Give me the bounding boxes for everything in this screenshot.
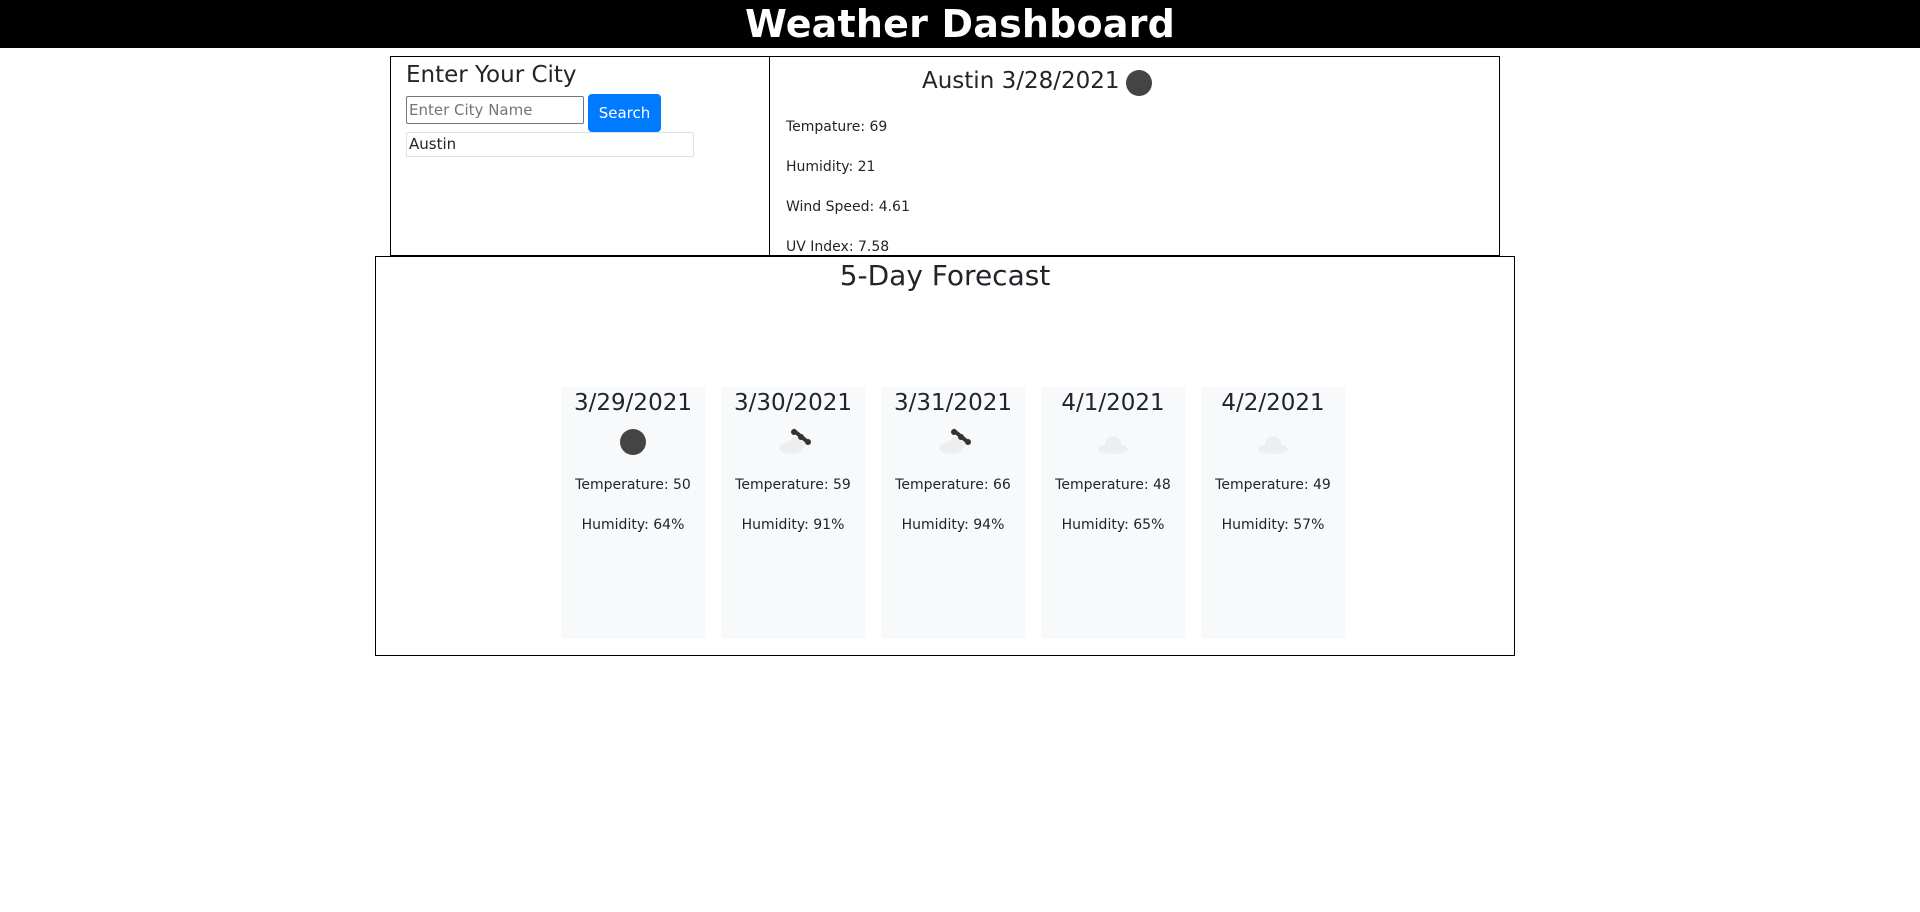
forecast-icon-wrap: [561, 419, 705, 463]
forecast-temperature: Temperature: 59: [735, 477, 851, 493]
cloud-icon: [1098, 436, 1128, 454]
forecast-card: 4/1/2021 Temperature: 48 Humidity: 65%: [1041, 387, 1185, 639]
forecast-heading: 5-Day Forecast: [839, 259, 1051, 292]
forecast-panel: 5-Day Forecast 3/29/2021 Temperature: 50…: [375, 256, 1515, 656]
current-weather-panel: Austin 3/28/2021 Tempature: 69 Humidity:…: [769, 56, 1500, 256]
clear-sky-icon: [1126, 70, 1152, 96]
forecast-humidity: Humidity: 64%: [581, 517, 685, 533]
city-search-input[interactable]: [406, 96, 584, 124]
cloud-icon: [1258, 436, 1288, 454]
forecast-date: 3/30/2021: [734, 390, 852, 416]
current-humidity: Humidity: 21: [786, 159, 876, 175]
search-heading: Enter Your City: [406, 62, 577, 88]
search-panel: Enter Your City Search Austin: [390, 56, 770, 256]
forecast-humidity: Humidity: 91%: [741, 517, 845, 533]
forecast-date: 4/2/2021: [1221, 390, 1325, 416]
forecast-card: 3/29/2021 Temperature: 50 Humidity: 64%: [561, 387, 705, 639]
current-city-date: Austin 3/28/2021: [922, 68, 1120, 94]
header-bar: Weather Dashboard: [0, 0, 1920, 48]
forecast-temperature: Temperature: 48: [1055, 477, 1171, 493]
search-button[interactable]: Search: [588, 94, 661, 132]
forecast-date: 3/31/2021: [894, 390, 1012, 416]
page-title: Weather Dashboard: [744, 2, 1176, 46]
forecast-date: 3/29/2021: [574, 390, 692, 416]
forecast-humidity: Humidity: 65%: [1061, 517, 1165, 533]
forecast-temperature: Temperature: 50: [575, 477, 691, 493]
forecast-temperature: Temperature: 49: [1215, 477, 1331, 493]
current-uv-index: UV Index: 7.58: [786, 239, 890, 255]
clear-sky-icon: [620, 429, 646, 455]
forecast-date: 4/1/2021: [1061, 390, 1165, 416]
forecast-icon-wrap: [881, 419, 1025, 463]
forecast-card: 3/31/2021 Temperature: 66 Humidity: 94%: [881, 387, 1025, 639]
forecast-humidity: Humidity: 94%: [901, 517, 1005, 533]
forecast-icon-wrap: [721, 419, 865, 463]
current-temperature: Tempature: 69: [786, 119, 888, 135]
rain-icon: [939, 428, 971, 454]
forecast-temperature: Temperature: 66: [895, 477, 1011, 493]
forecast-card: 3/30/2021 Temperature: 59 Humidity: 91%: [721, 387, 865, 639]
current-wind-speed: Wind Speed: 4.61: [786, 199, 910, 215]
forecast-icon-wrap: [1041, 419, 1185, 463]
search-history-item[interactable]: Austin: [406, 132, 694, 157]
rain-icon: [779, 428, 811, 454]
forecast-humidity: Humidity: 57%: [1221, 517, 1325, 533]
forecast-card: 4/2/2021 Temperature: 49 Humidity: 57%: [1201, 387, 1345, 639]
forecast-icon-wrap: [1201, 419, 1345, 463]
